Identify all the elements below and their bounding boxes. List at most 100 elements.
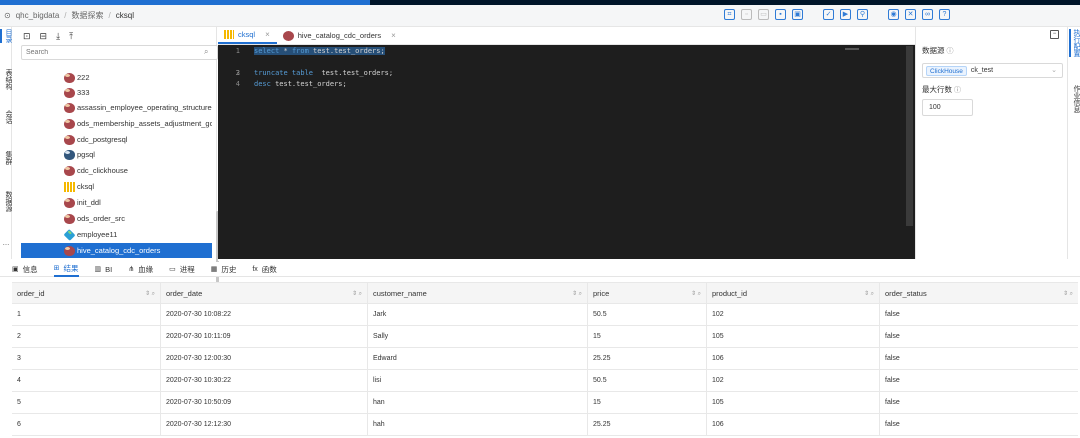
tree-item[interactable]: 333 — [21, 85, 212, 100]
sort-filter-icon[interactable]: ⇕ ⌕ — [352, 283, 362, 305]
tab-process[interactable]: ▭ 进程 — [169, 262, 195, 277]
rail-more-icon[interactable]: … — [0, 240, 12, 248]
table-row[interactable]: 4 2020-07-30 10:30:22 lisi 50.5 102 fals… — [12, 370, 1078, 392]
cell: 2020-07-30 10:50:09 — [161, 392, 368, 414]
postgresql-icon — [64, 149, 75, 160]
cell: false — [885, 399, 900, 406]
breadcrumb-project[interactable]: qhc_bigdata — [16, 11, 60, 20]
toolbar: ⌗ ▫ ▭ ▪ ▣ ✓ ▶ ⚲ ◉ ✕ ∞ ? — [724, 9, 950, 20]
tree-item[interactable]: cdc_postgresql — [21, 132, 212, 147]
tree-search-input[interactable] — [21, 45, 218, 60]
debug-icon[interactable]: ⚲ — [857, 9, 868, 20]
calendar-icon: ▦ — [210, 266, 218, 273]
tab-lineage[interactable]: ⋔ 血缘 — [128, 262, 153, 277]
tab-bi[interactable]: ▥ BI — [95, 262, 113, 277]
datasource-value: ck_test — [970, 67, 994, 74]
sort-filter-icon[interactable]: ⇕ ⌕ — [145, 283, 155, 305]
new-folder-icon[interactable]: ⊡ — [23, 31, 31, 43]
tab-functions[interactable]: fx 函数 — [252, 262, 276, 277]
tree-item[interactable]: cdc_clickhouse — [21, 163, 212, 178]
tree-item-selected[interactable]: hive_catalog_cdc_orders — [21, 243, 212, 258]
cell: 2020-07-30 10:30:22 — [161, 370, 368, 392]
sort-filter-icon[interactable]: ⇕ ⌕ — [1063, 283, 1073, 305]
rail-job-info[interactable]: 作业信息 — [1069, 85, 1080, 113]
sql-editor[interactable]: 1 2 3 4 select * from test.test_orders; … — [218, 45, 915, 258]
link-icon[interactable]: ∞ — [922, 9, 933, 20]
tree-item[interactable]: assassin_employee_operating_structure — [21, 100, 212, 115]
table-row[interactable]: 2 2020-07-30 10:11:09 Sally 15 105 false — [12, 326, 1078, 348]
close-icon[interactable]: × — [391, 31, 396, 40]
column-header[interactable]: order_id ⇕ ⌕ — [12, 283, 161, 305]
run-icon[interactable]: ▶ — [840, 9, 851, 20]
column-header[interactable]: product_id ⇕ ⌕ — [707, 283, 880, 305]
rail-execution-config[interactable]: 执行配置 — [1069, 29, 1080, 57]
rail-cluster[interactable]: 集群 — [0, 151, 12, 165]
tree-item[interactable]: employee11 — [21, 227, 212, 242]
code-line-1: select * from test.test_orders; — [254, 47, 385, 55]
tree-item[interactable]: ods_order_src — [21, 211, 212, 226]
tree-item[interactable]: pgsql — [21, 147, 212, 162]
tree-item[interactable]: 222 — [21, 70, 212, 85]
download-icon[interactable]: ⤓ — [56, 31, 60, 43]
line-number: 3 — [235, 69, 240, 77]
sort-filter-icon[interactable]: ⇕ ⌕ — [864, 283, 874, 305]
tab-history[interactable]: ▦ 历史 — [211, 262, 237, 277]
upload-icon[interactable]: ⤒ — [69, 31, 73, 43]
location-icon: ⊙ — [4, 11, 11, 20]
max-rows-input[interactable]: 100 — [922, 99, 973, 116]
monitor-icon: ▭ — [169, 266, 176, 273]
format-icon[interactable]: ⌗ — [724, 9, 735, 20]
breadcrumb-section[interactable]: 数据探索 — [72, 10, 104, 21]
search-icon[interactable]: ⌕ — [204, 47, 213, 57]
function-icon: fx — [252, 265, 258, 273]
delete-icon[interactable]: ✕ — [905, 9, 916, 20]
editor-scrollbar[interactable] — [906, 46, 913, 226]
tree-item[interactable]: init_ddl — [21, 195, 212, 210]
save-icon[interactable]: ▪ — [775, 9, 786, 20]
check-icon[interactable]: ✓ — [823, 9, 834, 20]
editor-divider[interactable] — [218, 258, 915, 261]
rail-session[interactable]: 会话 — [0, 110, 12, 124]
help-icon[interactable]: ⓘ — [954, 87, 961, 94]
datasource-type-tag: ClickHouse — [926, 65, 967, 76]
table-row[interactable]: 6 2020-07-30 12:12:30 hah 25.25 106 fals… — [12, 414, 1078, 436]
tab-results[interactable]: ⊞ 结果 — [53, 262, 79, 277]
save-all-icon[interactable]: ▣ — [792, 9, 803, 20]
rail-datasource[interactable]: 数据源 — [0, 191, 12, 212]
result-tabs: ▣ 信息 ⊞ 结果 ▥ BI ⋔ 血缘 ▭ 进程 ▦ 历史 fx 函数 — [0, 262, 1080, 277]
editor-minimap[interactable] — [845, 48, 859, 50]
rail-table-structure[interactable]: 表结构 — [0, 69, 12, 90]
column-header[interactable]: customer_name ⇕ ⌕ — [368, 283, 588, 305]
cell: 102 — [707, 304, 880, 326]
cell: Edward — [368, 348, 588, 370]
help-icon[interactable]: ? — [939, 9, 950, 20]
table-row[interactable]: 1 2020-07-30 10:08:22 Jark 50.5 102 fals… — [12, 304, 1078, 326]
cell: 105 — [707, 392, 880, 414]
screenshot-icon[interactable]: ◉ — [888, 9, 899, 20]
table-row[interactable]: 5 2020-07-30 10:50:09 han 15 105 false — [12, 392, 1078, 414]
table-icon: ⊞ — [53, 265, 60, 272]
sort-filter-icon[interactable]: ⇕ ⌕ — [572, 283, 582, 305]
sort-filter-icon[interactable]: ⇕ ⌕ — [691, 283, 701, 305]
tree-item[interactable]: ods_membership_assets_adjustment_gc — [21, 116, 212, 131]
table-row[interactable]: 3 2020-07-30 12:00:30 Edward 25.25 106 f… — [12, 348, 1078, 370]
breadcrumb-current: cksql — [115, 11, 134, 20]
line-number: 1 — [235, 47, 240, 55]
tab-cksql[interactable]: cksql × — [218, 27, 277, 44]
column-header[interactable]: order_date ⇕ ⌕ — [161, 283, 368, 305]
column-header[interactable]: order_status ⇕ ⌕ — [880, 283, 1078, 305]
tab-hive-catalog-cdc-orders[interactable]: hive_catalog_cdc_orders × — [277, 27, 403, 44]
new-file-icon[interactable]: ▫ — [741, 9, 752, 20]
open-folder-icon[interactable]: ▭ — [758, 9, 769, 20]
column-header[interactable]: price ⇕ ⌕ — [588, 283, 707, 305]
help-icon[interactable]: ⓘ — [947, 48, 954, 55]
new-task-icon[interactable]: ⊟ — [40, 31, 48, 43]
datasource-select[interactable]: ClickHouse ck_test ⌄ — [922, 63, 1063, 78]
tree-item[interactable]: cksql — [21, 179, 212, 194]
close-icon[interactable]: × — [265, 30, 270, 39]
cell: false — [885, 421, 900, 428]
rail-catalog[interactable]: 目录 — [0, 29, 12, 43]
tab-info[interactable]: ▣ 信息 — [12, 262, 38, 277]
cell: 6 — [12, 414, 161, 436]
collapse-icon[interactable]: − — [1050, 30, 1059, 39]
